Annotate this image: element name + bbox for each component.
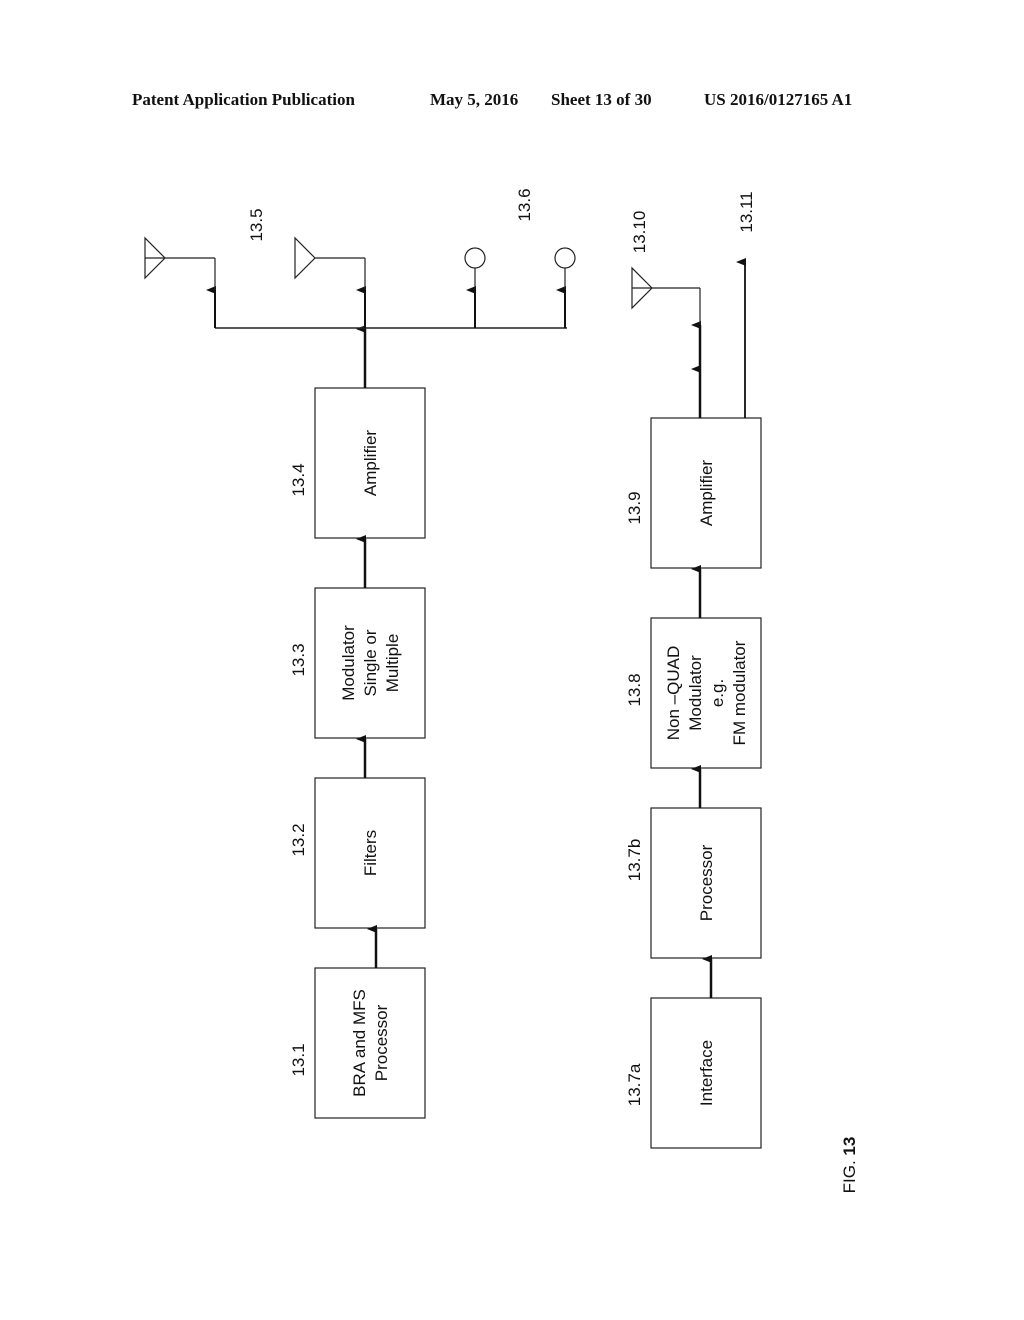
- svg-text:Processor: Processor: [697, 844, 716, 921]
- ref-13-7a: 13.7a: [625, 1063, 644, 1106]
- ref-13-9: 13.9: [625, 491, 644, 524]
- svg-text:ModulatorSingle orMultiple: Modulator Single or Multiple: [339, 625, 402, 701]
- antenna-icon: [294, 236, 366, 290]
- output-terminal-icon: [554, 247, 576, 290]
- ref-13-3: 13.3: [289, 643, 308, 676]
- block-13-8: Non –QUAD Modulator e.g. FM modulator: [650, 617, 762, 769]
- block-label-line: Modulator: [339, 625, 358, 701]
- block-label-line: Filters: [361, 830, 380, 876]
- svg-text:Amplifier: Amplifier: [697, 460, 716, 526]
- block-13-3: Modulator Single or Multiple: [314, 587, 426, 739]
- ref-13-1: 13.1: [289, 1043, 308, 1076]
- block-label-line: Amplifier: [697, 460, 716, 526]
- antenna-icon: [144, 236, 216, 290]
- block-13-7b: Processor: [650, 807, 762, 959]
- block-label-line: Modulator: [686, 655, 705, 731]
- block-label-line: BRA and MFS: [350, 989, 369, 1097]
- block-diagram: BRA and MFS Processor Filters Modulator Si…: [144, 188, 859, 1194]
- block-label-line: Interface: [697, 1040, 716, 1106]
- block-13-1: BRA and MFS Processor: [314, 967, 426, 1119]
- ref-13-11: 13.11: [737, 191, 756, 232]
- block-label-line: Non –QUAD: [664, 646, 683, 740]
- ref-13-7b: 13.7b: [625, 839, 644, 882]
- block-13-2: Filters: [314, 777, 426, 929]
- output-terminal-icon: [464, 247, 486, 290]
- antenna-icon: [631, 266, 701, 325]
- ref-13-4: 13.4: [289, 463, 308, 496]
- ref-13-5: 13.5: [247, 208, 266, 241]
- figure-label: FIG. 13: [840, 1137, 859, 1194]
- ref-13-2: 13.2: [289, 823, 308, 856]
- block-label-line: FM modulator: [730, 640, 749, 745]
- block-13-9: Amplifier: [650, 417, 762, 569]
- block-label-line: Single or: [361, 629, 380, 696]
- block-label-line: Multiple: [383, 634, 402, 693]
- block-label-line: Processor: [697, 844, 716, 921]
- block-13-4: Amplifier: [314, 387, 426, 539]
- block-label-line: Processor: [372, 1004, 391, 1081]
- svg-text:Interface: Interface: [697, 1040, 716, 1106]
- svg-text:Filters: Filters: [361, 830, 380, 876]
- block-label-line: e.g.: [708, 679, 727, 707]
- svg-text:Amplifier: Amplifier: [361, 430, 380, 496]
- ref-13-8: 13.8: [625, 673, 644, 706]
- block-label-line: Amplifier: [361, 430, 380, 496]
- block-13-7a: Interface: [650, 997, 762, 1149]
- ref-13-6: 13.6: [515, 188, 534, 221]
- ref-13-10: 13.10: [630, 211, 649, 254]
